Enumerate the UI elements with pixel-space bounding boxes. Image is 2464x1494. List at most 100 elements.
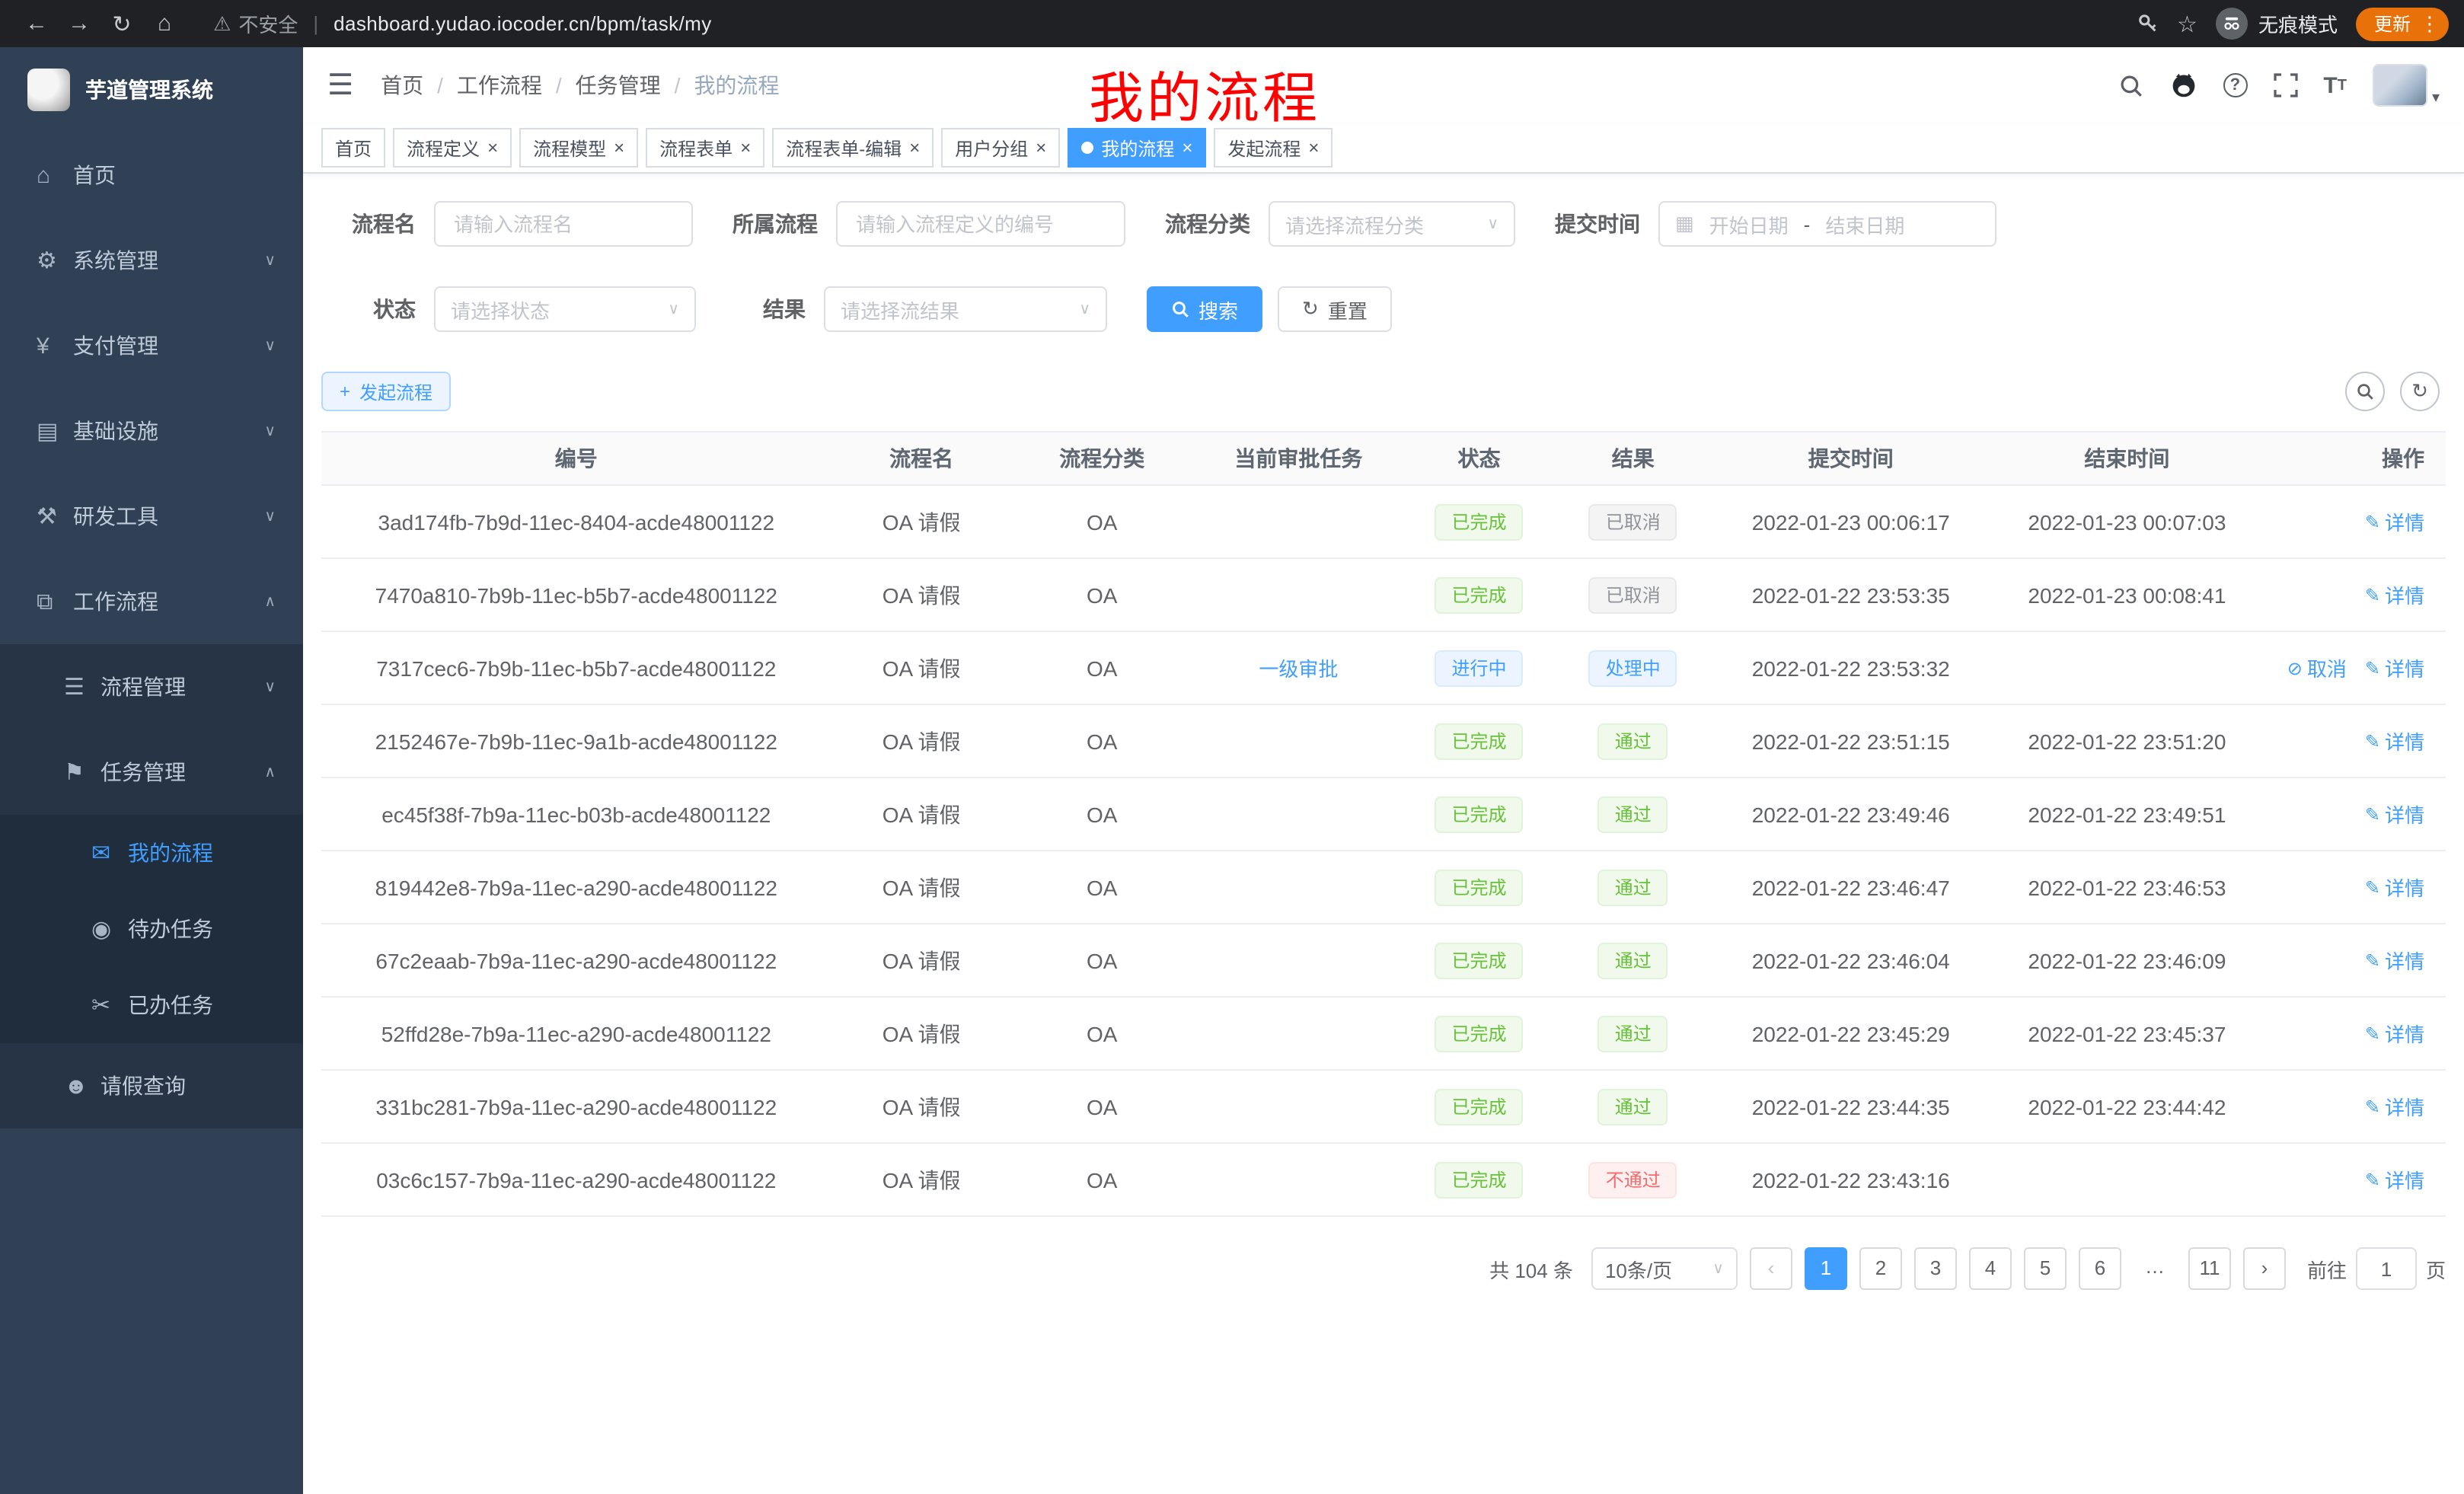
pagination-prev-button[interactable]: ‹ [1750, 1247, 1792, 1290]
browser-forward-icon[interactable]: → [58, 11, 101, 37]
date-range-picker[interactable]: ▦ 开始日期 - 结束日期 [1658, 201, 1996, 247]
tab-label: 用户分组 [955, 135, 1028, 161]
goto-page-input[interactable] [2356, 1247, 2417, 1290]
chevron-down-icon: ∨ [1712, 1260, 1724, 1277]
key-icon[interactable] [2136, 12, 2159, 35]
breadcrumb-item[interactable]: 首页 [381, 70, 423, 101]
detail-action[interactable]: ✎详情 [2365, 580, 2424, 609]
detail-icon: ✎ [2365, 1023, 2380, 1044]
tab-流程定义[interactable]: 流程定义 × [393, 128, 512, 168]
browser-home-icon[interactable]: ⌂ [143, 11, 186, 37]
url-bar[interactable]: dashboard.yudao.iocoder.cn/bpm/task/my [334, 12, 2136, 35]
browser-menu-icon[interactable]: ⋮ [2420, 11, 2440, 36]
detail-action[interactable]: ✎详情 [2365, 1019, 2424, 1048]
logo-image [27, 69, 70, 111]
reset-button[interactable]: ↻ 重置 [1278, 286, 1392, 332]
detail-action[interactable]: ✎详情 [2365, 653, 2424, 682]
sidebar-item-home[interactable]: ⌂首页 [0, 132, 303, 218]
cancel-action[interactable]: ⊘取消 [2287, 653, 2347, 682]
pagination-page-6[interactable]: 6 [2079, 1247, 2121, 1290]
tab-流程表单-编辑[interactable]: 流程表单-编辑× [772, 128, 934, 168]
sidebar-item-my-process[interactable]: ✉我的流程 [0, 815, 303, 891]
start-process-button[interactable]: + 发起流程 [321, 372, 451, 411]
cell-current-task [1192, 558, 1405, 631]
sidebar-item-infrastructure[interactable]: ▤基础设施∨ [0, 388, 303, 474]
detail-action[interactable]: ✎详情 [2365, 1092, 2424, 1121]
pagination-page-5[interactable]: 5 [2024, 1247, 2067, 1290]
sidebar-item-done-tasks[interactable]: ✂已办任务 [0, 967, 303, 1043]
process-name-input[interactable] [434, 201, 693, 247]
breadcrumb-item[interactable]: 任务管理 [576, 70, 661, 101]
detail-action[interactable]: ✎详情 [2365, 507, 2424, 536]
tab-用户分组[interactable]: 用户分组 × [941, 128, 1060, 168]
cell-id: 03c6c157-7b9a-11ec-a290-acde48001122 [321, 1143, 831, 1216]
sidebar-item-devtools[interactable]: ⚒研发工具∨ [0, 474, 303, 559]
sidebar-item-payment[interactable]: ¥支付管理∨ [0, 303, 303, 388]
status-select[interactable]: 请选择状态 ∨ [434, 286, 696, 332]
user-menu[interactable]: ▾ [2373, 64, 2440, 107]
tab-首页[interactable]: 首页 [321, 128, 385, 168]
detail-action[interactable]: ✎详情 [2365, 800, 2424, 828]
detail-action[interactable]: ✎详情 [2365, 873, 2424, 902]
pagination-page-4[interactable]: 4 [1969, 1247, 2012, 1290]
page-size-select[interactable]: 10条/页 ∨ [1591, 1247, 1738, 1290]
tab-close-icon[interactable]: × [740, 139, 751, 157]
sidebar-toggle-icon[interactable]: ☰ [327, 68, 353, 103]
toggle-search-button[interactable] [2345, 372, 2385, 411]
font-size-icon[interactable]: TT [2323, 72, 2347, 98]
cell-status: 已完成 [1405, 997, 1553, 1070]
sidebar-item-todo-tasks[interactable]: ◉待办任务 [0, 891, 303, 967]
pagination-next-button[interactable]: › [2243, 1247, 2286, 1290]
tab-close-icon[interactable]: × [909, 139, 920, 157]
sidebar-item-workflow[interactable]: ⧉工作流程∧ [0, 559, 303, 644]
topbar: ☰ 首页/工作流程/任务管理/我的流程 ? TT [303, 47, 2464, 123]
definition-input[interactable] [836, 201, 1125, 247]
tab-close-icon[interactable]: × [1182, 139, 1192, 157]
detail-action[interactable]: ✎详情 [2365, 946, 2424, 975]
cell-category: OA [1012, 851, 1192, 924]
tab-label: 流程定义 [407, 135, 480, 161]
cell-end-time: 2022-01-22 23:45:37 [1989, 997, 2265, 1070]
tab-流程表单[interactable]: 流程表单× [646, 128, 764, 168]
pagination-page-1[interactable]: 1 [1805, 1247, 1847, 1290]
sidebar-item-leave-query[interactable]: ☻请假查询 [0, 1043, 303, 1128]
cell-result: 通过 [1553, 851, 1712, 924]
github-icon[interactable] [2169, 72, 2197, 99]
help-icon[interactable]: ? [2223, 73, 2247, 97]
browser-reload-icon[interactable]: ↻ [101, 10, 143, 37]
sidebar-item-task-management[interactable]: ⚑任务管理∧ [0, 729, 303, 815]
app-logo-row[interactable]: 芋道管理系统 [0, 47, 303, 132]
update-button[interactable]: 更新 ⋮ [2356, 7, 2449, 40]
cell-current-task [1192, 1143, 1405, 1216]
current-task-link[interactable]: 一级审批 [1259, 658, 1338, 681]
tab-close-icon[interactable]: × [1036, 139, 1046, 157]
pagination-more[interactable]: … [2134, 1247, 2176, 1290]
pagination-page-3[interactable]: 3 [1914, 1247, 1957, 1290]
tab-流程模型[interactable]: 流程模型× [519, 128, 638, 168]
tab-发起流程[interactable]: 发起流程× [1214, 128, 1333, 168]
breadcrumb-item[interactable]: 工作流程 [457, 70, 542, 101]
sidebar-item-label: 流程管理 [101, 672, 186, 702]
process-list-icon: ☰ [64, 673, 101, 701]
search-icon[interactable] [2118, 72, 2143, 98]
sidebar-item-process-management[interactable]: ☰流程管理∨ [0, 644, 303, 729]
detail-action[interactable]: ✎详情 [2365, 1165, 2424, 1194]
tab-close-icon[interactable]: × [487, 139, 498, 157]
refresh-table-button[interactable]: ↻ [2400, 372, 2440, 411]
tab-close-icon[interactable]: × [1308, 139, 1319, 157]
detail-action[interactable]: ✎详情 [2365, 726, 2424, 755]
column-header: 流程名 [831, 432, 1012, 485]
pagination-page-11[interactable]: 11 [2188, 1247, 2231, 1290]
sidebar-item-system[interactable]: ⚙系统管理∨ [0, 218, 303, 303]
site-security[interactable]: ⚠ 不安全 [213, 9, 298, 38]
search-button[interactable]: 搜索 [1147, 286, 1262, 332]
tab-我的流程[interactable]: 我的流程× [1068, 128, 1206, 168]
pagination-page-2[interactable]: 2 [1859, 1247, 1902, 1290]
fullscreen-icon[interactable] [2273, 73, 2297, 97]
category-select[interactable]: 请选择流程分类 ∨ [1269, 201, 1515, 247]
result-select[interactable]: 请选择流结果 ∨ [824, 286, 1107, 332]
cell-submit-time: 2022-01-22 23:51:15 [1712, 704, 1989, 777]
bookmark-star-icon[interactable]: ☆ [2177, 10, 2197, 37]
browser-back-icon[interactable]: ← [15, 11, 58, 37]
tab-close-icon[interactable]: × [614, 139, 624, 157]
